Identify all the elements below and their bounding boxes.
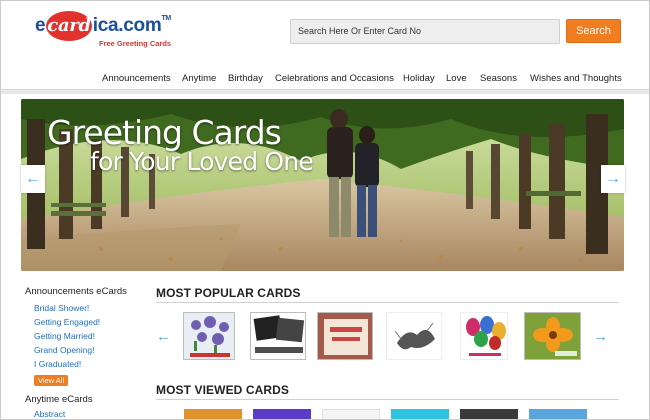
- search-button[interactable]: Search: [566, 19, 621, 43]
- nav-item-seasons[interactable]: Seasons: [480, 73, 517, 84]
- nav-item-wishes[interactable]: Wishes and Thoughts: [530, 73, 622, 84]
- banner-prev-button[interactable]: ←: [21, 165, 45, 193]
- arrow-left-icon: ←: [156, 328, 171, 345]
- search-input[interactable]: Search Here Or Enter Card No: [290, 19, 560, 44]
- section-title-popular: MOST POPULAR CARDS: [156, 286, 301, 300]
- card-thumb[interactable]: [524, 312, 581, 360]
- hero-banner[interactable]: Greeting Cards for Your Loved One: [21, 99, 624, 271]
- cards-next-button[interactable]: →: [593, 328, 608, 345]
- sidebar-link[interactable]: Getting Married!: [34, 331, 95, 341]
- logo-wordmark: e card ica.comTM: [35, 15, 171, 36]
- nav-item-holiday[interactable]: Holiday: [403, 73, 435, 84]
- logo-tagline: Free Greeting Cards: [99, 39, 172, 48]
- banner-subheadline: for Your Loved One: [90, 147, 314, 176]
- site-logo[interactable]: e card ica.comTM Free Greeting Cards: [35, 11, 185, 48]
- card-thumb[interactable]: [253, 409, 311, 419]
- birthday-frame-card-icon: [318, 313, 372, 359]
- card-thumb[interactable]: [250, 312, 306, 360]
- card-thumb[interactable]: [317, 312, 373, 360]
- banner-next-button[interactable]: →: [601, 165, 625, 193]
- cards-prev-button[interactable]: ←: [156, 328, 171, 345]
- section-title-viewed: MOST VIEWED CARDS: [156, 383, 290, 397]
- sidebar-link[interactable]: Getting Engaged!: [34, 317, 100, 327]
- nav-item-celebrations[interactable]: Celebrations and Occasions: [275, 73, 394, 84]
- arrow-right-icon: →: [605, 170, 621, 187]
- main-nav: Announcements Anytime Birthday Celebrati…: [1, 71, 649, 87]
- card-thumb[interactable]: [460, 409, 518, 419]
- card-thumb[interactable]: [529, 409, 587, 419]
- card-thumb[interactable]: [184, 409, 242, 419]
- balloons-card-icon: [461, 313, 507, 359]
- card-thumb[interactable]: [183, 312, 235, 360]
- view-all-button[interactable]: View All: [34, 375, 69, 386]
- framed-photo-card-icon: [251, 313, 305, 359]
- arrow-right-icon: →: [593, 328, 608, 345]
- nav-divider: [1, 89, 649, 94]
- card-thumb[interactable]: [391, 409, 449, 419]
- bird-sketch-card-icon: [387, 313, 441, 359]
- sidebar-heading-announcements[interactable]: Announcements eCards: [25, 286, 127, 297]
- card-thumb[interactable]: [322, 409, 380, 419]
- orange-flower-card-icon: [525, 313, 580, 359]
- sidebar-heading-anytime[interactable]: Anytime eCards: [25, 394, 93, 405]
- card-thumb[interactable]: [460, 312, 508, 360]
- card-thumb[interactable]: [386, 312, 442, 360]
- sidebar-link[interactable]: I Graduated!: [34, 359, 81, 369]
- section-divider: [156, 399, 619, 400]
- nav-item-birthday[interactable]: Birthday: [228, 73, 263, 84]
- sidebar-link[interactable]: Bridal Shower!: [34, 303, 89, 313]
- nav-item-announcements[interactable]: Announcements: [102, 73, 171, 84]
- page-frame: e card ica.comTM Free Greeting Cards Searc…: [0, 0, 650, 420]
- nav-item-anytime[interactable]: Anytime: [182, 73, 216, 84]
- flowers-card-icon: [184, 313, 234, 359]
- nav-item-love[interactable]: Love: [446, 73, 467, 84]
- section-divider: [156, 302, 619, 303]
- arrow-left-icon: ←: [25, 170, 41, 187]
- sidebar-link[interactable]: Grand Opening!: [34, 345, 94, 355]
- sidebar-link[interactable]: Abstract: [34, 409, 65, 419]
